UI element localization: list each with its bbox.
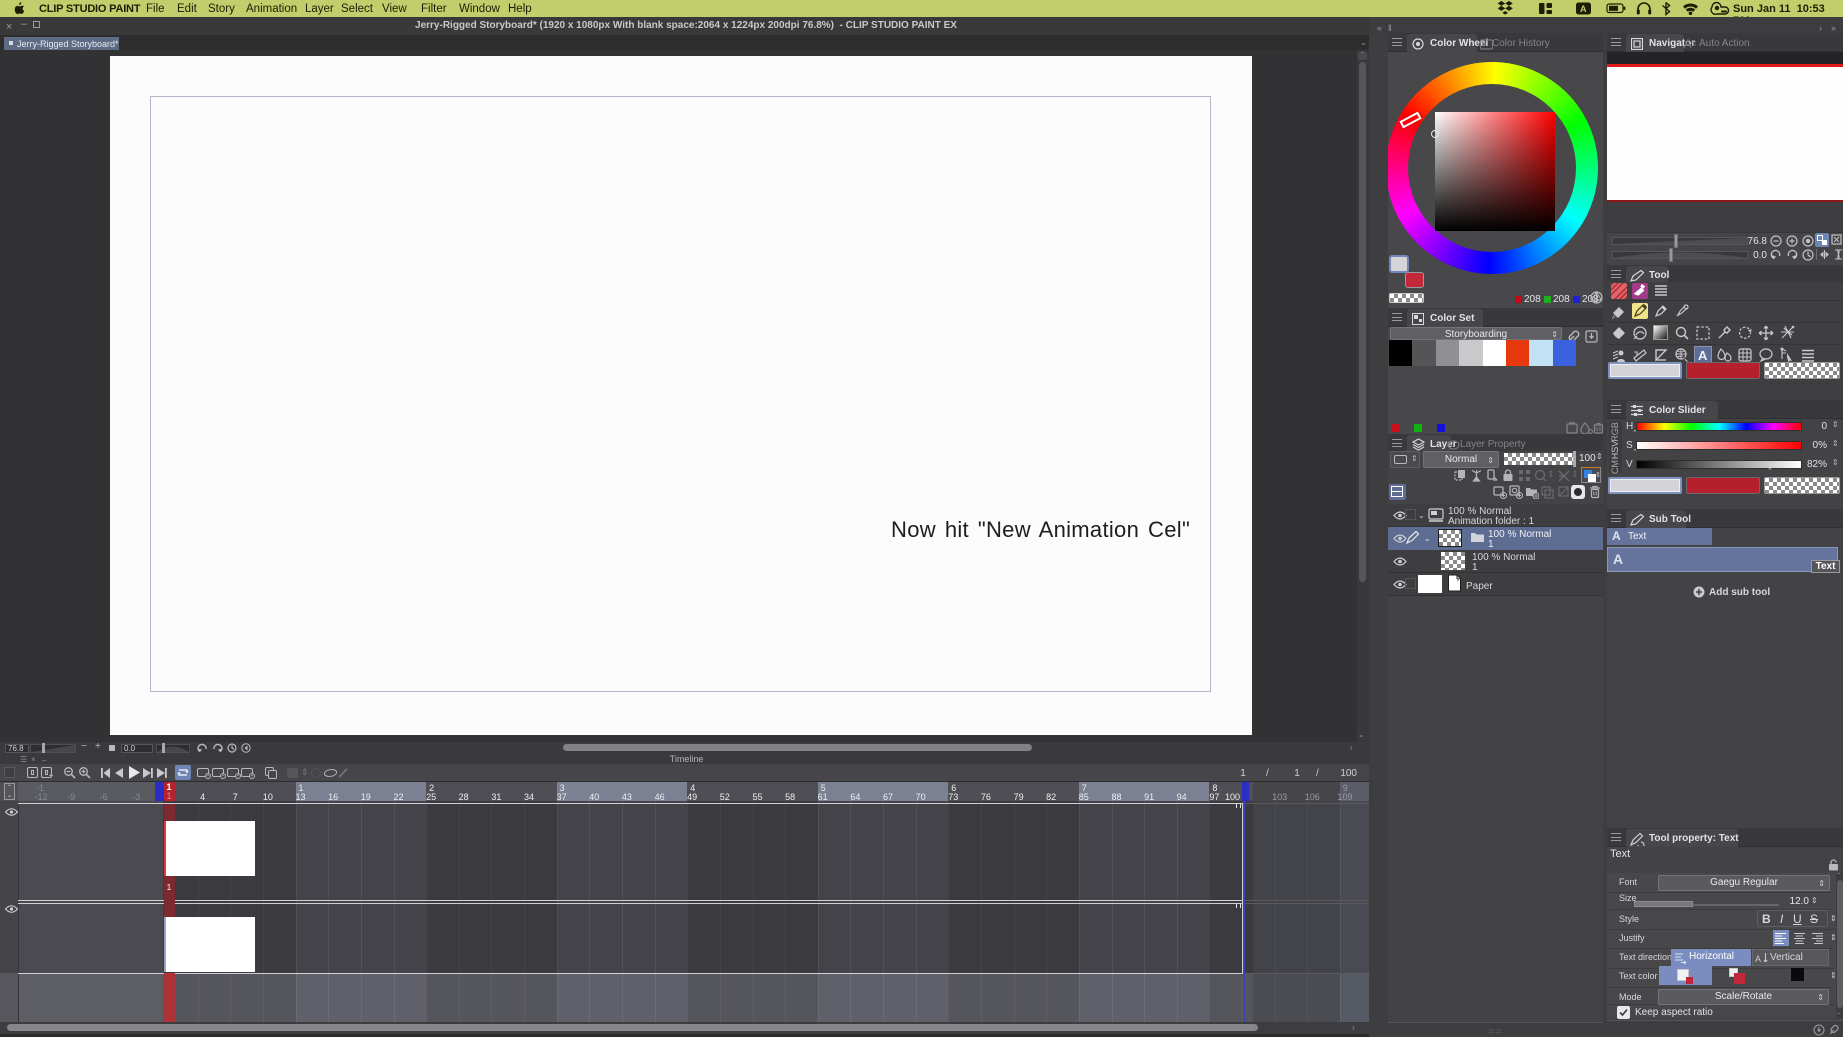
svg-text:A: A xyxy=(1755,954,1761,964)
svg-text:A: A xyxy=(1580,4,1587,14)
